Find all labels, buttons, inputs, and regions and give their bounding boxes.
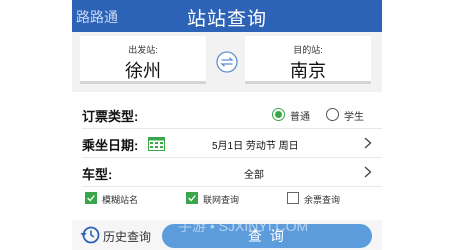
train-type-value: 全部 (244, 170, 264, 181)
history-query-link[interactable]: 历史查询 (103, 228, 151, 245)
ticket-type-label: 订票类型: (82, 109, 139, 124)
history-icon[interactable] (80, 225, 100, 245)
train-type-row[interactable]: 车型: 全部 (82, 158, 382, 187)
online-query-label[interactable]: 联网查询 (203, 193, 239, 206)
ticket-type-normal-radio[interactable] (272, 108, 285, 121)
query-options: 模糊站名 联网查询 余票查询 (82, 192, 382, 210)
chevron-right-icon (364, 166, 372, 178)
station-selector: 出发站: 徐州 目的站: 南京 (72, 32, 382, 92)
check-icon (188, 195, 196, 202)
from-station-field[interactable]: 出发站: 徐州 (80, 36, 206, 84)
watermark: 手游 • SJXINYI.COM (178, 218, 309, 234)
from-station-value: 徐州 (125, 61, 161, 81)
train-type-label: 车型: (82, 167, 113, 182)
travel-date-row[interactable]: 乘坐日期: 5月1日 劳动节 周日 (82, 129, 382, 158)
fuzzy-station-label[interactable]: 模糊站名 (102, 193, 138, 206)
ticket-type-student-radio[interactable] (326, 108, 339, 121)
ticket-type-normal-label[interactable]: 普通 (290, 108, 310, 123)
remaining-tickets-checkbox[interactable] (287, 192, 299, 204)
page-title: 站站查询 (186, 9, 267, 30)
check-icon (87, 195, 95, 202)
title-bar: 路路通 站站查询 (72, 0, 382, 32)
fuzzy-station-checkbox[interactable] (85, 192, 97, 204)
ticket-type-row: 订票类型: 普通 学生 (82, 100, 382, 129)
calendar-icon (148, 137, 165, 151)
travel-date-label: 乘坐日期: (82, 138, 139, 153)
remaining-tickets-label[interactable]: 余票查询 (304, 193, 340, 206)
to-station-field[interactable]: 目的站: 南京 (245, 36, 371, 84)
from-station-label: 出发站: (128, 45, 158, 55)
to-station-value: 南京 (290, 61, 326, 81)
to-station-label: 目的站: (293, 45, 323, 55)
ticket-type-student-label[interactable]: 学生 (344, 108, 364, 123)
chevron-right-icon (364, 137, 372, 149)
travel-date-value: 5月1日 劳动节 周日 (212, 141, 299, 152)
online-query-checkbox[interactable] (186, 192, 198, 204)
swap-stations-icon[interactable] (216, 51, 238, 73)
